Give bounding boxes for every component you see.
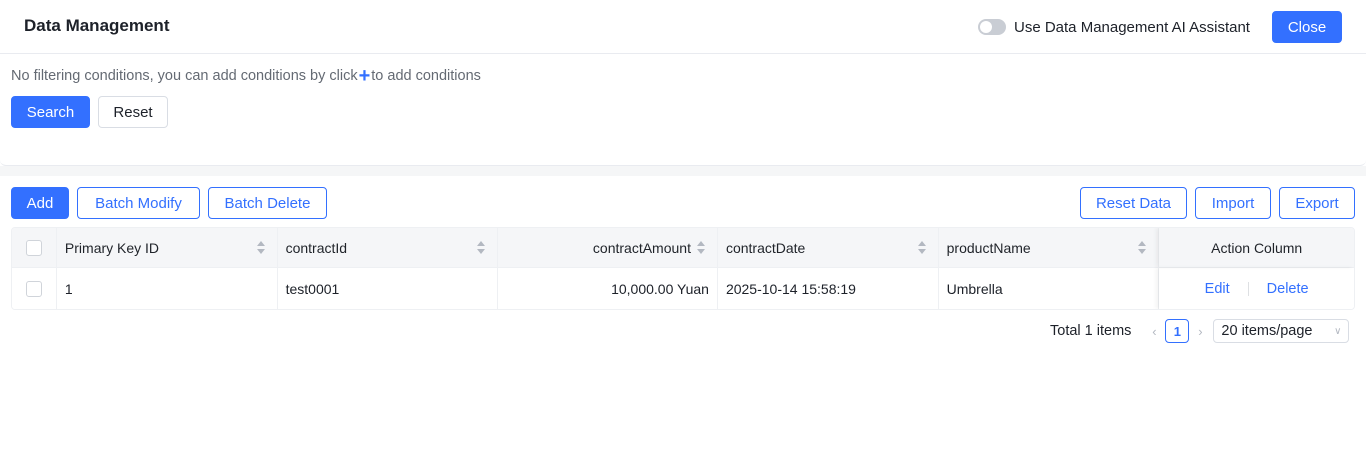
reset-data-button[interactable]: Reset Data <box>1080 187 1187 219</box>
export-button[interactable]: Export <box>1279 187 1355 219</box>
ai-assistant-toggle[interactable] <box>978 19 1006 35</box>
page-header: Data Management Use Data Management AI A… <box>0 0 1366 54</box>
cell-actions: Edit Delete <box>1159 268 1354 309</box>
cell-contract-date: 2025-10-14 15:58:19 <box>718 268 939 309</box>
filter-hint: No filtering conditions, you can add con… <box>11 66 481 86</box>
column-header-action: Action Column <box>1159 228 1354 267</box>
table-header: Primary Key ID contractId contractAmount… <box>12 228 1354 268</box>
column-header-contract-date[interactable]: contractDate <box>718 228 939 267</box>
select-all-checkbox[interactable] <box>25 239 42 256</box>
row-select-cell <box>12 268 57 309</box>
pagination: Total 1 items ‹ 1 › 20 items/page ∨ <box>1050 319 1350 343</box>
toggle-knob <box>980 21 992 33</box>
table-row: 1 test0001 10,000.00 Yuan 2025-10-14 15:… <box>12 268 1354 309</box>
column-header-contract-id-label: contractId <box>285 239 348 256</box>
column-header-pk[interactable]: Primary Key ID <box>57 228 278 267</box>
chevron-down-icon: ∨ <box>1334 325 1342 337</box>
header-select-all-cell <box>12 228 57 267</box>
page-title: Data Management <box>24 16 170 35</box>
row-checkbox[interactable] <box>25 280 42 297</box>
column-header-contract-amount[interactable]: contractAmount <box>498 228 718 267</box>
pagination-total: Total 1 items <box>1050 323 1132 339</box>
search-button[interactable]: Search <box>11 96 90 128</box>
sort-icon[interactable] <box>477 241 486 255</box>
sort-icon[interactable] <box>917 241 926 255</box>
filter-panel: No filtering conditions, you can add con… <box>0 55 1366 166</box>
import-button[interactable]: Import <box>1195 187 1271 219</box>
page-size-label: 20 items/page <box>1221 323 1313 339</box>
ai-assistant-toggle-group[interactable]: Use Data Management AI Assistant <box>978 17 1250 37</box>
batch-modify-button[interactable]: Batch Modify <box>77 187 200 219</box>
column-header-pk-label: Primary Key ID <box>64 239 160 256</box>
page-number-current[interactable]: 1 <box>1165 319 1190 343</box>
reset-button[interactable]: Reset <box>98 96 168 128</box>
action-divider <box>1247 281 1249 296</box>
next-page-icon[interactable]: › <box>1193 324 1207 339</box>
delete-link[interactable]: Delete <box>1267 281 1309 297</box>
column-header-contract-id[interactable]: contractId <box>278 228 499 267</box>
cell-contract-amount: 10,000.00 Yuan <box>498 268 718 309</box>
ai-assistant-label: Use Data Management AI Assistant <box>1014 18 1250 36</box>
column-header-contract-amount-label: contractAmount <box>592 239 691 256</box>
filter-hint-text-before: No filtering conditions, you can add con… <box>11 68 358 84</box>
column-header-product-name[interactable]: productName <box>939 228 1160 267</box>
sort-icon[interactable] <box>1138 241 1147 255</box>
column-header-action-label: Action Column <box>1211 239 1303 256</box>
edit-link[interactable]: Edit <box>1205 281 1230 297</box>
prev-page-icon[interactable]: ‹ <box>1147 324 1161 339</box>
data-table: Primary Key ID contractId contractAmount… <box>11 227 1355 310</box>
sort-icon[interactable] <box>696 241 705 255</box>
filter-hint-text-after: to add conditions <box>371 68 481 84</box>
sort-icon[interactable] <box>256 241 265 255</box>
column-header-contract-date-label: contractDate <box>725 239 806 256</box>
cell-product-name: Umbrella <box>939 268 1160 309</box>
section-divider <box>0 166 1366 176</box>
batch-delete-button[interactable]: Batch Delete <box>208 187 327 219</box>
column-header-product-name-label: productName <box>946 239 1031 256</box>
cell-pk: 1 <box>57 268 278 309</box>
page-size-select[interactable]: 20 items/page ∨ <box>1213 319 1350 343</box>
add-condition-plus-icon[interactable]: + <box>359 66 371 86</box>
cell-contract-id: test0001 <box>278 268 499 309</box>
add-button[interactable]: Add <box>11 187 69 219</box>
close-button[interactable]: Close <box>1272 11 1342 43</box>
